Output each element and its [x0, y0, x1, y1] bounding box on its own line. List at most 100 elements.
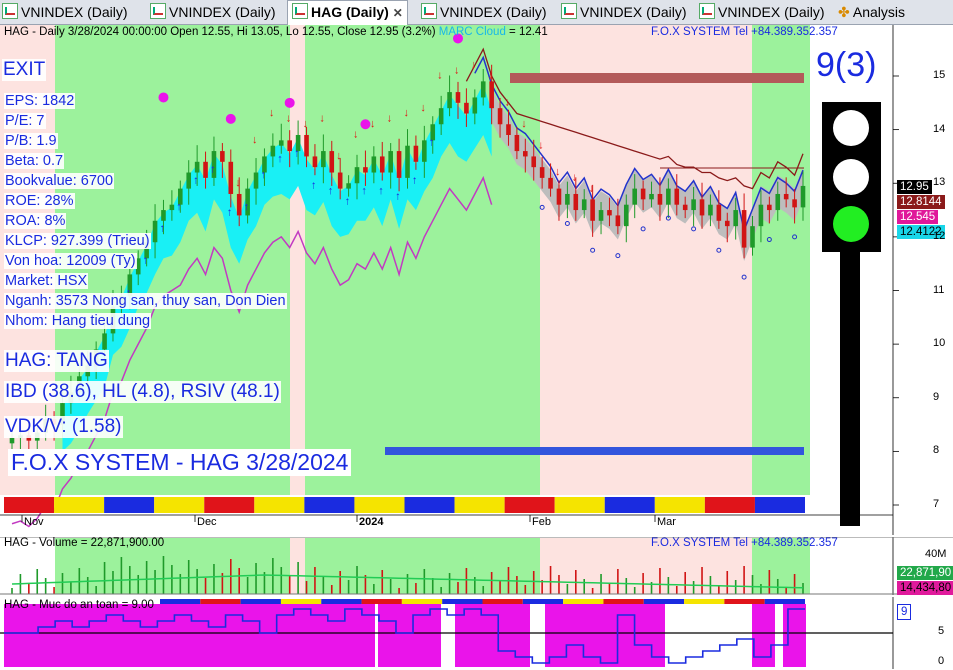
fundamental-item: ROE: 28% [4, 193, 75, 209]
close-icon[interactable]: ✕ [393, 6, 403, 20]
y-tick-label: 7 [933, 498, 940, 510]
candle-body [623, 204, 629, 227]
buy-arrow: ↑ [227, 206, 233, 218]
fundamental-item: Von hoa: 12009 (Ty) [4, 253, 137, 269]
sell-arrow: ↓ [336, 150, 342, 162]
y-tick-label: 8 [933, 444, 940, 457]
candle-body [733, 210, 738, 227]
light-bottom [833, 206, 869, 242]
safety-strip-segment [361, 599, 402, 604]
candle-body [708, 204, 713, 216]
candle-body [135, 258, 141, 275]
tab-label: VNINDEX (Daily) [580, 4, 687, 20]
candle-body [649, 193, 654, 200]
candle-body [556, 188, 562, 205]
candle-body [758, 204, 764, 227]
resistance-bar [510, 73, 804, 83]
candle-body [775, 193, 781, 211]
chart-icon [561, 3, 577, 19]
candle-body [447, 92, 452, 109]
x-tick-label: Dec [197, 516, 217, 528]
safety-strip-segment [764, 599, 805, 604]
strip-segment [654, 497, 705, 513]
tab-vnindex-1[interactable]: VNINDEX (Daily) [2, 1, 128, 23]
chart-icon [699, 3, 715, 19]
safety-y-tick-0: 0 [938, 655, 945, 667]
fundamental-item: Bookvalue: 6700 [4, 173, 115, 189]
candle-body [346, 183, 351, 189]
sell-arrow: ↓ [488, 70, 494, 82]
candle-body [792, 199, 797, 208]
fundamental-item: KLCP: 927.399 (Trieu) [4, 233, 151, 249]
candle-body [783, 193, 789, 200]
marc-label: MARC Cloud [438, 26, 506, 38]
candle-body [472, 97, 478, 114]
candle-body [539, 167, 545, 178]
candle-body [657, 193, 663, 205]
safety-strip-segment [160, 599, 201, 604]
safety-strip-segment [401, 599, 443, 604]
safety-strip-segment [643, 599, 685, 604]
fundamental-item: Beta: 0.7 [4, 153, 65, 169]
candle-body [422, 140, 427, 162]
candle-body [379, 156, 385, 173]
y-tick-label: 14 [933, 122, 946, 135]
tab-hag[interactable]: HAG (Daily) ✕ [287, 0, 408, 25]
tab-label: VNINDEX (Daily) [21, 4, 128, 20]
strip-segment [404, 497, 455, 513]
sell-arrow: ↓ [471, 59, 477, 71]
y-tick-label: 11 [933, 283, 945, 296]
candle-body [169, 204, 175, 211]
buy-arrow: ↑ [210, 164, 216, 176]
tab-vnindex-2[interactable]: VNINDEX (Daily) [150, 1, 276, 23]
buy-arrow: ↑ [378, 185, 384, 197]
fundamental-item: ROA: 8% [4, 213, 67, 229]
volume-y-tick: 40M [925, 548, 947, 560]
candle-body [531, 156, 537, 168]
candle-body [523, 151, 528, 157]
candle-body [413, 145, 419, 162]
buy-arrow: ↑ [277, 153, 283, 165]
ratings-label: IBD (38.6), HL (4.8), RSIV (48.1) [4, 381, 281, 403]
tab-label: Analysis [852, 4, 905, 20]
sell-arrow: ↓ [286, 113, 292, 125]
candle-body [489, 81, 494, 109]
tab-vnindex-5[interactable]: VNINDEX (Daily) [699, 1, 825, 23]
strip-segment [704, 497, 755, 513]
y-tick-label: 13 [933, 176, 946, 189]
chart-icon [421, 3, 437, 19]
fundamental-item: EPS: 1842 [4, 93, 76, 109]
candle-body [438, 108, 444, 125]
safety-strip-segment [724, 599, 765, 604]
safety-strip-segment [563, 599, 604, 604]
sell-arrow: ↓ [504, 96, 510, 108]
tab-label: HAG (Daily) [311, 4, 389, 20]
signal-label: EXIT [2, 59, 47, 81]
buy-arrow: ↑ [143, 255, 149, 267]
safety-block [378, 604, 441, 667]
candle-body [741, 210, 747, 248]
candle-body [514, 134, 520, 152]
candle-body [632, 188, 638, 205]
candle-body [194, 161, 200, 173]
tab-vnindex-3[interactable]: VNINDEX (Daily) [421, 1, 547, 23]
volume-header: HAG - Volume = 22,871,900.00 [4, 537, 165, 549]
candle-body [203, 161, 208, 178]
candle-body [699, 199, 705, 216]
buy-arrow: ↑ [412, 174, 418, 186]
light-top [833, 110, 869, 146]
candle-body [607, 210, 612, 216]
candle-body [304, 134, 309, 157]
tab-vnindex-4[interactable]: VNINDEX (Daily) [561, 1, 687, 23]
candle-body [396, 151, 402, 178]
safety-strip-segment [684, 599, 725, 604]
magenta-dot [284, 97, 295, 108]
buy-arrow: ↑ [311, 180, 317, 192]
price-tag: 12.545 [897, 210, 939, 224]
tab-analysis[interactable]: ✤ Analysis [838, 1, 905, 23]
candle-body [750, 226, 755, 248]
strip-segment [54, 497, 105, 513]
chart-icon [292, 3, 308, 19]
candle-body [354, 167, 360, 184]
fundamental-item: P/B: 1.9 [4, 133, 58, 149]
